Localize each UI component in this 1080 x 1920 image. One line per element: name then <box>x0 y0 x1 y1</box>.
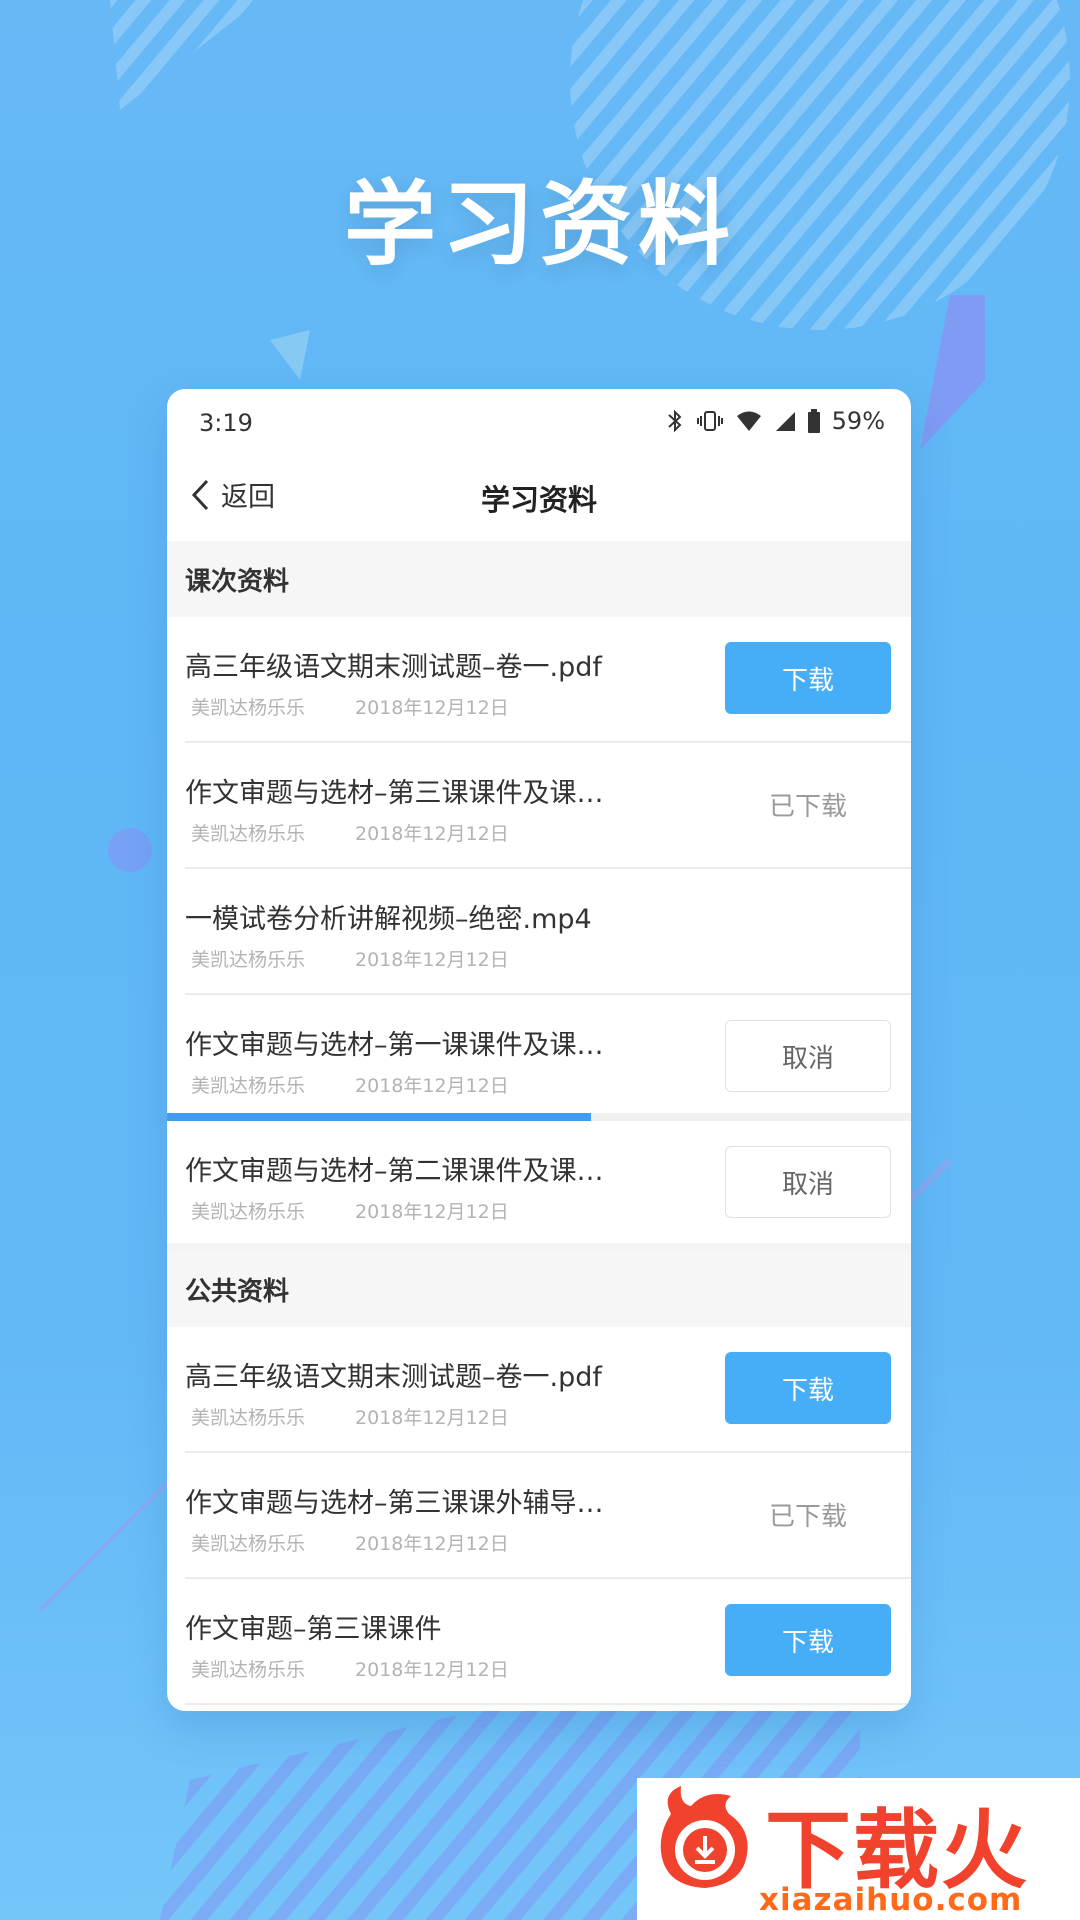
file-date: 2018年12月12日 <box>355 1201 509 1223</box>
battery-icon <box>807 409 820 433</box>
file-date: 2018年12月12日 <box>355 823 509 845</box>
downloaded-status: 已下载 <box>768 791 847 822</box>
download-button[interactable]: 下载 <box>725 1352 891 1424</box>
section-header-public-materials: 公共资料 <box>167 1251 911 1327</box>
list-item[interactable]: 高三年级语文期末测试题–卷一.pdf 美凯达杨乐乐 2018年12月12日 下载 <box>167 1327 911 1453</box>
file-author: 美凯达杨乐乐 <box>191 697 306 719</box>
watermark: 下载火 xiazaihuo.com <box>637 1778 1080 1920</box>
list-item[interactable]: 作文审题与选材–第三课课件及课… 美凯达杨乐乐 2018年12月12日 已下载 <box>167 743 911 869</box>
file-author: 美凯达杨乐乐 <box>191 1201 306 1223</box>
file-author: 美凯达杨乐乐 <box>191 1533 306 1555</box>
promo-title: 学习资料 <box>343 171 736 278</box>
downloaded-status: 已下载 <box>768 1501 847 1532</box>
file-name: 一模试卷分析讲解视频–绝密.mp4 <box>185 904 592 935</box>
file-author: 美凯达杨乐乐 <box>191 1407 306 1429</box>
download-button[interactable]: 下载 <box>725 642 891 714</box>
section-gap <box>167 1243 911 1251</box>
file-name: 高三年级语文期末测试题–卷一.pdf <box>185 1362 602 1393</box>
file-date: 2018年12月12日 <box>355 1659 509 1681</box>
status-time: 3:19 <box>199 409 253 437</box>
list-item[interactable]: 高三年级语文期末测试题–卷一.pdf 美凯达杨乐乐 2018年12月12日 下载 <box>167 617 911 743</box>
list-item[interactable]: 作文审题–第三课课件 美凯达杨乐乐 2018年12月12日 下载 <box>167 1579 911 1705</box>
download-progress-fill <box>167 1113 592 1121</box>
file-name: 作文审题与选材–第一课课件及课… <box>185 1030 604 1061</box>
list-item[interactable]: 作文审题与选材–第三课课外辅导… 美凯达杨乐乐 2018年12月12日 已下载 <box>167 1453 911 1579</box>
file-date: 2018年12月12日 <box>355 1533 509 1555</box>
navigation-bar: 返回 学习资料 <box>167 453 911 541</box>
file-date: 2018年12月12日 <box>355 1075 509 1097</box>
file-name: 作文审题与选材–第二课课件及课… <box>185 1156 604 1187</box>
file-name: 作文审题与选材–第三课课件及课… <box>185 778 604 809</box>
decorative-dot <box>108 828 152 872</box>
file-name: 作文审题与选材–第三课课外辅导… <box>185 1488 604 1519</box>
file-date: 2018年12月12日 <box>355 1407 509 1429</box>
file-date: 2018年12月12日 <box>355 697 509 719</box>
signal-icon <box>775 412 795 431</box>
download-button[interactable]: 下载 <box>725 1604 891 1676</box>
page-title: 学习资料 <box>480 483 597 517</box>
divider <box>185 1703 911 1705</box>
phone-screen: 3:19 59% 返回 学习资料 课次资料 高三年级语文期末测试题–卷一.pdf… <box>167 389 911 1711</box>
file-author: 美凯达杨乐乐 <box>191 1075 306 1097</box>
file-date: 2018年12月12日 <box>355 949 509 971</box>
cancel-button[interactable]: 取消 <box>725 1146 891 1218</box>
cancel-button[interactable]: 取消 <box>725 1020 891 1092</box>
file-name: 高三年级语文期末测试题–卷一.pdf <box>185 652 602 683</box>
file-name: 作文审题–第三课课件 <box>185 1614 442 1645</box>
list-item[interactable]: 作文审题与选材–第二课课件及课… 美凯达杨乐乐 2018年12月12日 取消 <box>167 1121 911 1243</box>
watermark-url: xiazaihuo.com <box>759 1882 1023 1918</box>
wifi-icon <box>736 411 761 431</box>
download-progress-bar <box>167 1113 911 1121</box>
battery-percent: 59% <box>831 407 885 435</box>
file-author: 美凯达杨乐乐 <box>191 949 306 971</box>
vibrate-icon <box>696 411 723 431</box>
bluetooth-icon <box>667 409 682 433</box>
section-header-lesson-materials: 课次资料 <box>167 541 911 617</box>
list-item[interactable]: 作文审题与选材–第一课课件及课… 美凯达杨乐乐 2018年12月12日 取消 <box>167 995 911 1113</box>
flame-logo-icon <box>660 1786 748 1888</box>
status-bar: 3:19 59% <box>167 389 911 453</box>
file-author: 美凯达杨乐乐 <box>191 823 306 845</box>
file-author: 美凯达杨乐乐 <box>191 1659 306 1681</box>
list-item[interactable]: 一模试卷分析讲解视频–绝密.mp4 美凯达杨乐乐 2018年12月12日 <box>167 869 911 995</box>
